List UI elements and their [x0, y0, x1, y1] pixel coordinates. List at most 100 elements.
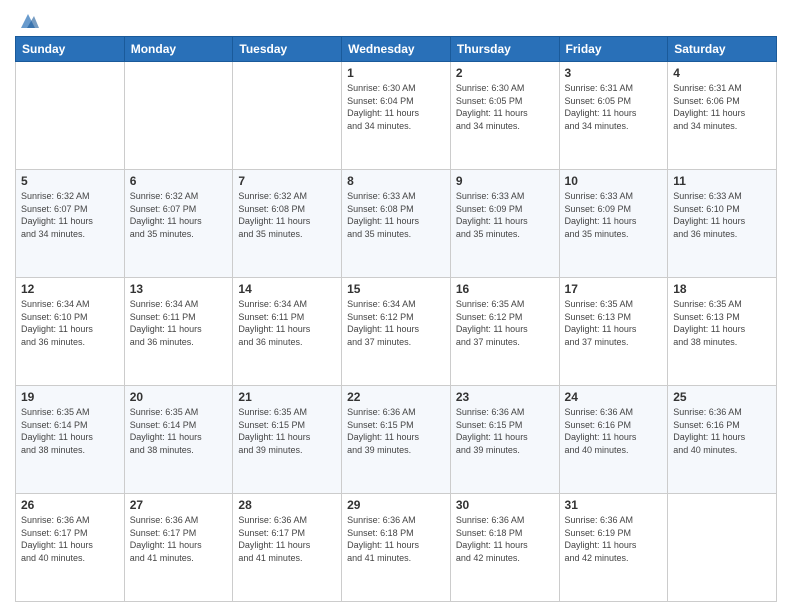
day-info: Sunrise: 6:35 AM Sunset: 6:13 PM Dayligh… — [565, 298, 663, 348]
day-info: Sunrise: 6:36 AM Sunset: 6:18 PM Dayligh… — [347, 514, 445, 564]
week-row-4: 26 Sunrise: 6:36 AM Sunset: 6:17 PM Dayli… — [16, 494, 777, 602]
calendar-cell-w2-d6: 18 Sunrise: 6:35 AM Sunset: 6:13 PM Dayli… — [668, 278, 777, 386]
calendar-cell-w3-d6: 25 Sunrise: 6:36 AM Sunset: 6:16 PM Dayli… — [668, 386, 777, 494]
day-info: Sunrise: 6:31 AM Sunset: 6:05 PM Dayligh… — [565, 82, 663, 132]
day-number: 17 — [565, 282, 663, 296]
day-number: 15 — [347, 282, 445, 296]
day-number: 26 — [21, 498, 119, 512]
calendar-cell-w0-d0 — [16, 62, 125, 170]
day-number: 3 — [565, 66, 663, 80]
calendar-cell-w4-d1: 27 Sunrise: 6:36 AM Sunset: 6:17 PM Dayli… — [124, 494, 233, 602]
calendar-cell-w0-d4: 2 Sunrise: 6:30 AM Sunset: 6:05 PM Daylig… — [450, 62, 559, 170]
day-number: 27 — [130, 498, 228, 512]
day-info: Sunrise: 6:30 AM Sunset: 6:04 PM Dayligh… — [347, 82, 445, 132]
day-number: 20 — [130, 390, 228, 404]
day-number: 16 — [456, 282, 554, 296]
calendar-cell-w1-d0: 5 Sunrise: 6:32 AM Sunset: 6:07 PM Daylig… — [16, 170, 125, 278]
day-number: 21 — [238, 390, 336, 404]
calendar-cell-w3-d0: 19Sunrise: 6:35 AM Sunset: 6:14 PM Dayli… — [16, 386, 125, 494]
calendar-cell-w3-d5: 24 Sunrise: 6:36 AM Sunset: 6:16 PM Dayli… — [559, 386, 668, 494]
calendar-cell-w2-d3: 15 Sunrise: 6:34 AM Sunset: 6:12 PM Dayli… — [342, 278, 451, 386]
calendar-cell-w0-d2 — [233, 62, 342, 170]
calendar-cell-w4-d6 — [668, 494, 777, 602]
day-info: Sunrise: 6:35 AM Sunset: 6:12 PM Dayligh… — [456, 298, 554, 348]
col-friday: Friday — [559, 37, 668, 62]
day-info: Sunrise: 6:33 AM Sunset: 6:09 PM Dayligh… — [456, 190, 554, 240]
day-info: Sunrise: 6:36 AM Sunset: 6:15 PM Dayligh… — [347, 406, 445, 456]
day-info: Sunrise: 6:34 AM Sunset: 6:11 PM Dayligh… — [130, 298, 228, 348]
logo — [15, 10, 39, 28]
day-number: 1 — [347, 66, 445, 80]
day-number: 25 — [673, 390, 771, 404]
day-info: Sunrise: 6:36 AM Sunset: 6:17 PM Dayligh… — [21, 514, 119, 564]
day-number: 23 — [456, 390, 554, 404]
day-number: 8 — [347, 174, 445, 188]
day-info: Sunrise: 6:32 AM Sunset: 6:08 PM Dayligh… — [238, 190, 336, 240]
day-info: Sunrise: 6:36 AM Sunset: 6:16 PM Dayligh… — [565, 406, 663, 456]
day-info: Sunrise: 6:32 AM Sunset: 6:07 PM Dayligh… — [21, 190, 119, 240]
day-number: 18 — [673, 282, 771, 296]
day-info: Sunrise: 6:33 AM Sunset: 6:09 PM Dayligh… — [565, 190, 663, 240]
week-row-1: 5 Sunrise: 6:32 AM Sunset: 6:07 PM Daylig… — [16, 170, 777, 278]
day-info: Sunrise: 6:30 AM Sunset: 6:05 PM Dayligh… — [456, 82, 554, 132]
calendar-cell-w2-d4: 16 Sunrise: 6:35 AM Sunset: 6:12 PM Dayli… — [450, 278, 559, 386]
day-info: Sunrise: 6:35 AM Sunset: 6:13 PM Dayligh… — [673, 298, 771, 348]
col-monday: Monday — [124, 37, 233, 62]
header — [15, 10, 777, 28]
calendar-cell-w1-d6: 11Sunrise: 6:33 AM Sunset: 6:10 PM Dayli… — [668, 170, 777, 278]
day-info: Sunrise: 6:36 AM Sunset: 6:17 PM Dayligh… — [130, 514, 228, 564]
calendar-cell-w0-d1 — [124, 62, 233, 170]
day-number: 28 — [238, 498, 336, 512]
calendar-cell-w1-d1: 6 Sunrise: 6:32 AM Sunset: 6:07 PM Daylig… — [124, 170, 233, 278]
day-info: Sunrise: 6:31 AM Sunset: 6:06 PM Dayligh… — [673, 82, 771, 132]
calendar-cell-w1-d2: 7Sunrise: 6:32 AM Sunset: 6:08 PM Daylig… — [233, 170, 342, 278]
calendar-cell-w3-d1: 20 Sunrise: 6:35 AM Sunset: 6:14 PM Dayli… — [124, 386, 233, 494]
calendar-cell-w3-d3: 22 Sunrise: 6:36 AM Sunset: 6:15 PM Dayli… — [342, 386, 451, 494]
day-number: 19 — [21, 390, 119, 404]
col-wednesday: Wednesday — [342, 37, 451, 62]
calendar-cell-w2-d5: 17 Sunrise: 6:35 AM Sunset: 6:13 PM Dayli… — [559, 278, 668, 386]
calendar-cell-w1-d4: 9 Sunrise: 6:33 AM Sunset: 6:09 PM Daylig… — [450, 170, 559, 278]
day-info: Sunrise: 6:36 AM Sunset: 6:19 PM Dayligh… — [565, 514, 663, 564]
day-info: Sunrise: 6:34 AM Sunset: 6:12 PM Dayligh… — [347, 298, 445, 348]
calendar-cell-w0-d5: 3 Sunrise: 6:31 AM Sunset: 6:05 PM Daylig… — [559, 62, 668, 170]
day-info: Sunrise: 6:32 AM Sunset: 6:07 PM Dayligh… — [130, 190, 228, 240]
calendar-cell-w4-d3: 29 Sunrise: 6:36 AM Sunset: 6:18 PM Dayli… — [342, 494, 451, 602]
day-info: Sunrise: 6:34 AM Sunset: 6:11 PM Dayligh… — [238, 298, 336, 348]
day-number: 5 — [21, 174, 119, 188]
calendar-table: Sunday Monday Tuesday Wednesday Thursday… — [15, 36, 777, 602]
day-number: 6 — [130, 174, 228, 188]
calendar-cell-w4-d0: 26 Sunrise: 6:36 AM Sunset: 6:17 PM Dayli… — [16, 494, 125, 602]
day-number: 12 — [21, 282, 119, 296]
calendar-cell-w0-d3: 1 Sunrise: 6:30 AM Sunset: 6:04 PM Daylig… — [342, 62, 451, 170]
page: Sunday Monday Tuesday Wednesday Thursday… — [0, 0, 792, 612]
col-saturday: Saturday — [668, 37, 777, 62]
day-info: Sunrise: 6:36 AM Sunset: 6:16 PM Dayligh… — [673, 406, 771, 456]
calendar-cell-w2-d1: 13Sunrise: 6:34 AM Sunset: 6:11 PM Dayli… — [124, 278, 233, 386]
calendar-cell-w4-d4: 30Sunrise: 6:36 AM Sunset: 6:18 PM Dayli… — [450, 494, 559, 602]
col-thursday: Thursday — [450, 37, 559, 62]
day-info: Sunrise: 6:36 AM Sunset: 6:17 PM Dayligh… — [238, 514, 336, 564]
day-info: Sunrise: 6:35 AM Sunset: 6:15 PM Dayligh… — [238, 406, 336, 456]
week-row-0: 1 Sunrise: 6:30 AM Sunset: 6:04 PM Daylig… — [16, 62, 777, 170]
day-info: Sunrise: 6:34 AM Sunset: 6:10 PM Dayligh… — [21, 298, 119, 348]
day-info: Sunrise: 6:35 AM Sunset: 6:14 PM Dayligh… — [130, 406, 228, 456]
calendar-header-row: Sunday Monday Tuesday Wednesday Thursday… — [16, 37, 777, 62]
col-sunday: Sunday — [16, 37, 125, 62]
col-tuesday: Tuesday — [233, 37, 342, 62]
calendar-cell-w2-d2: 14 Sunrise: 6:34 AM Sunset: 6:11 PM Dayli… — [233, 278, 342, 386]
day-number: 9 — [456, 174, 554, 188]
day-number: 24 — [565, 390, 663, 404]
day-number: 22 — [347, 390, 445, 404]
day-info: Sunrise: 6:36 AM Sunset: 6:18 PM Dayligh… — [456, 514, 554, 564]
calendar-cell-w2-d0: 12 Sunrise: 6:34 AM Sunset: 6:10 PM Dayli… — [16, 278, 125, 386]
calendar-cell-w1-d5: 10Sunrise: 6:33 AM Sunset: 6:09 PM Dayli… — [559, 170, 668, 278]
day-number: 29 — [347, 498, 445, 512]
day-info: Sunrise: 6:33 AM Sunset: 6:08 PM Dayligh… — [347, 190, 445, 240]
day-number: 14 — [238, 282, 336, 296]
day-number: 31 — [565, 498, 663, 512]
calendar-cell-w4-d5: 31 Sunrise: 6:36 AM Sunset: 6:19 PM Dayli… — [559, 494, 668, 602]
week-row-3: 19 Sunrise: 6:35 AM Sunset: 6:14 PM Dayli… — [16, 386, 777, 494]
calendar-cell-w3-d2: 21 Sunrise: 6:35 AM Sunset: 6:15 PM Dayli… — [233, 386, 342, 494]
day-number: 2 — [456, 66, 554, 80]
